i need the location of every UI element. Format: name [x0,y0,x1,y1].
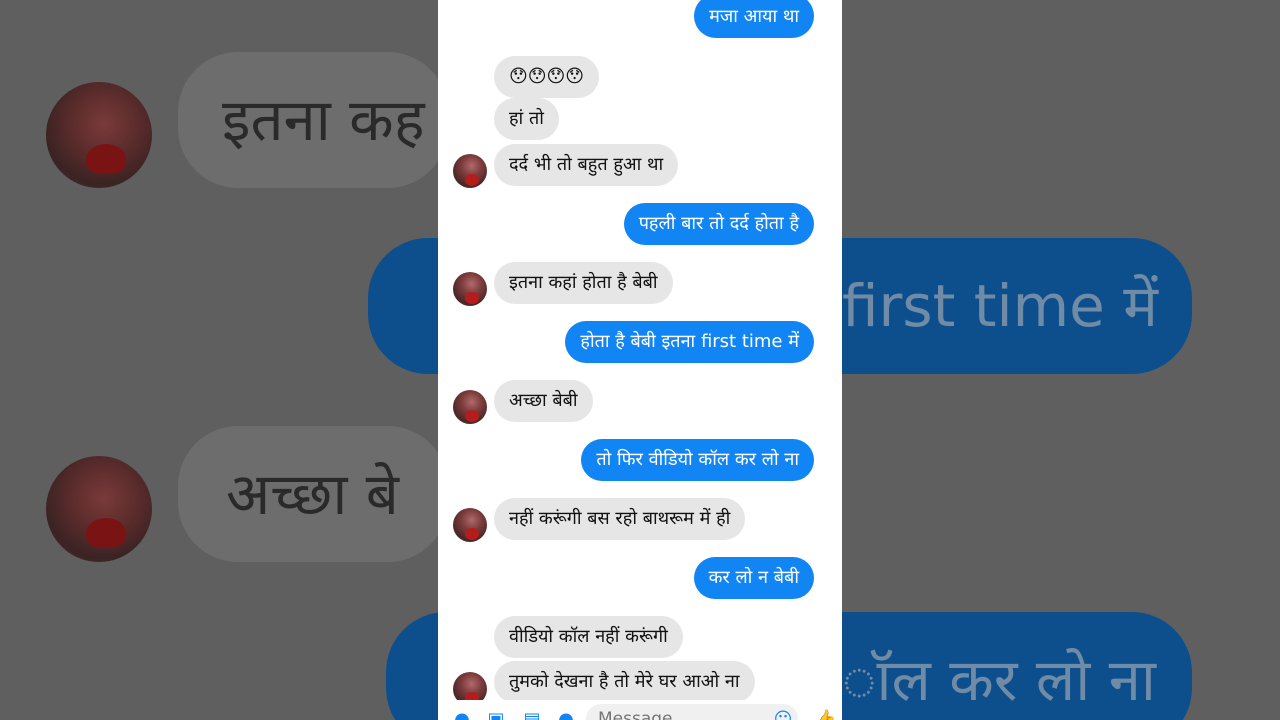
message-bubble-outgoing[interactable]: पहली बार तो दर्द होता है [623,203,814,245]
message-row: होता है बेबी इतना first time में [565,321,814,363]
like-icon[interactable]: 👍 [814,710,836,720]
contact-avatar[interactable] [453,508,487,542]
message-row: हां तो [494,98,559,140]
camera-icon[interactable]: ▣ [486,710,506,720]
message-composer: ● ▣ ▤ ● ☺ 👍 [438,700,842,720]
message-bubble-outgoing[interactable]: कर लो न बेबी [693,557,814,599]
message-bubble-outgoing[interactable]: मजा आया था [694,0,814,38]
message-row: तुमको देखना है तो मेरे घर आओ ना [494,661,755,703]
message-bubble-incoming[interactable]: अच्छा बेबी [494,380,593,422]
background-bubble-left: अच्छा बे [178,426,448,562]
background-bubble-left: इतना कह [178,52,448,188]
message-bubble-outgoing[interactable]: होता है बेबी इतना first time में [565,321,814,363]
message-row: दर्द भी तो बहुत हुआ था [494,144,679,186]
message-bubble-incoming[interactable]: हां तो [494,98,559,140]
background-avatar [46,456,152,562]
message-row: इतना कहां होता है बेबी [494,262,673,304]
mic-icon[interactable]: ● [556,710,576,720]
chat-screen: मजा आया था 😯😯😯😯 हां तो दर्द भी तो बहुत ह… [438,0,842,720]
message-row: कर लो न बेबी [693,557,814,599]
contact-avatar[interactable] [453,390,487,424]
contact-avatar[interactable] [453,272,487,306]
apps-icon[interactable]: ● [452,710,472,720]
message-bubble-incoming[interactable]: इतना कहां होता है बेबी [494,262,673,304]
message-row: नहीं करूंगी बस रहो बाथरूम में ही [494,498,746,540]
message-bubble-incoming[interactable]: 😯😯😯😯 [494,56,600,98]
message-input[interactable] [586,704,798,720]
message-row: वीडियो कॉल नहीं करूंगी [494,616,683,658]
background-avatar [46,82,152,188]
image-icon[interactable]: ▤ [522,710,542,720]
emoji-icon[interactable]: ☺ [773,710,793,720]
contact-avatar[interactable] [453,154,487,188]
message-row: अच्छा बेबी [494,380,593,422]
message-row: 😯😯😯😯 [494,56,600,98]
message-row: मजा आया था [694,0,814,38]
message-bubble-outgoing[interactable]: तो फिर वीडियो कॉल कर लो ना [581,439,814,481]
message-row: तो फिर वीडियो कॉल कर लो ना [581,439,814,481]
message-row: पहली बार तो दर्द होता है [623,203,814,245]
message-bubble-incoming[interactable]: वीडियो कॉल नहीं करूंगी [494,616,683,658]
message-bubble-incoming[interactable]: तुमको देखना है तो मेरे घर आओ ना [494,661,755,703]
message-bubble-incoming[interactable]: नहीं करूंगी बस रहो बाथरूम में ही [494,498,746,540]
message-bubble-incoming[interactable]: दर्द भी तो बहुत हुआ था [494,144,679,186]
